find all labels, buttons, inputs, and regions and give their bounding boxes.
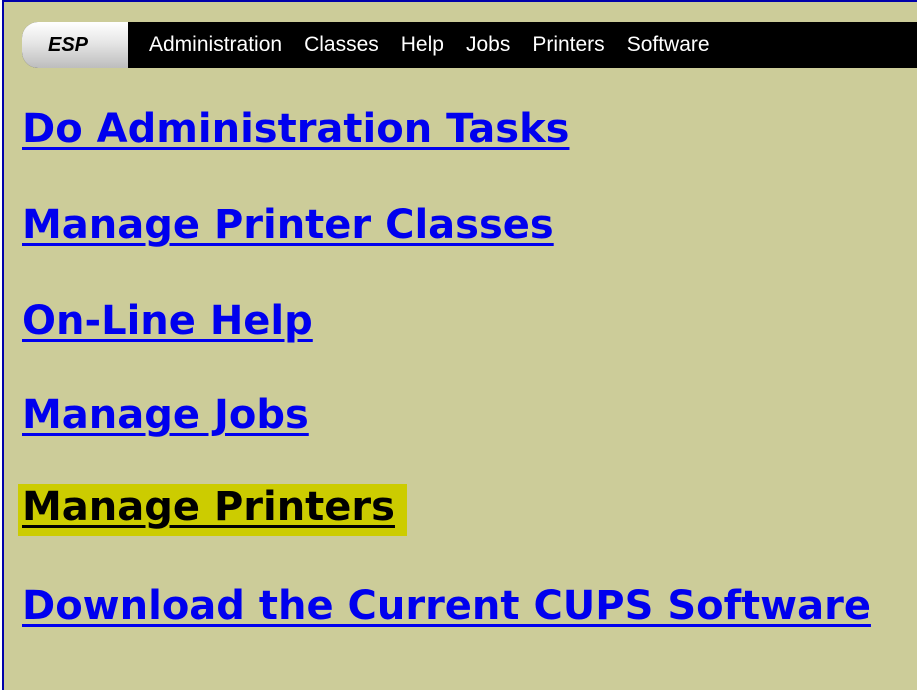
navigation-tab-bar: ESP Administration Classes Help Jobs Pri…	[22, 22, 917, 68]
cups-home-page: ESP Administration Classes Help Jobs Pri…	[2, 0, 917, 690]
link-row-classes: Manage Printer Classes	[22, 202, 554, 248]
online-help-link[interactable]: On-Line Help	[22, 298, 313, 344]
link-row-download: Download the Current CUPS Software	[22, 580, 902, 632]
brand-label: ESP	[48, 34, 89, 56]
nav-item-jobs[interactable]: Jobs	[466, 33, 510, 57]
download-cups-link[interactable]: Download the Current CUPS Software	[22, 580, 902, 632]
link-row-jobs: Manage Jobs	[22, 392, 309, 438]
manage-classes-link[interactable]: Manage Printer Classes	[22, 202, 554, 248]
manage-jobs-link[interactable]: Manage Jobs	[22, 392, 309, 438]
manage-printers-link[interactable]: Manage Printers	[18, 484, 407, 536]
nav-items: Administration Classes Help Jobs Printer…	[149, 22, 732, 68]
nav-item-administration[interactable]: Administration	[149, 33, 282, 57]
link-row-administration: Do Administration Tasks	[22, 106, 569, 152]
admin-tasks-link[interactable]: Do Administration Tasks	[22, 106, 569, 152]
nav-item-printers[interactable]: Printers	[532, 33, 604, 57]
nav-item-software[interactable]: Software	[627, 33, 710, 57]
nav-item-classes[interactable]: Classes	[304, 33, 379, 57]
nav-item-help[interactable]: Help	[401, 33, 444, 57]
link-row-printers: Manage Printers	[18, 484, 407, 536]
link-row-help: On-Line Help	[22, 298, 313, 344]
esp-brand-tab[interactable]: ESP	[22, 22, 128, 68]
